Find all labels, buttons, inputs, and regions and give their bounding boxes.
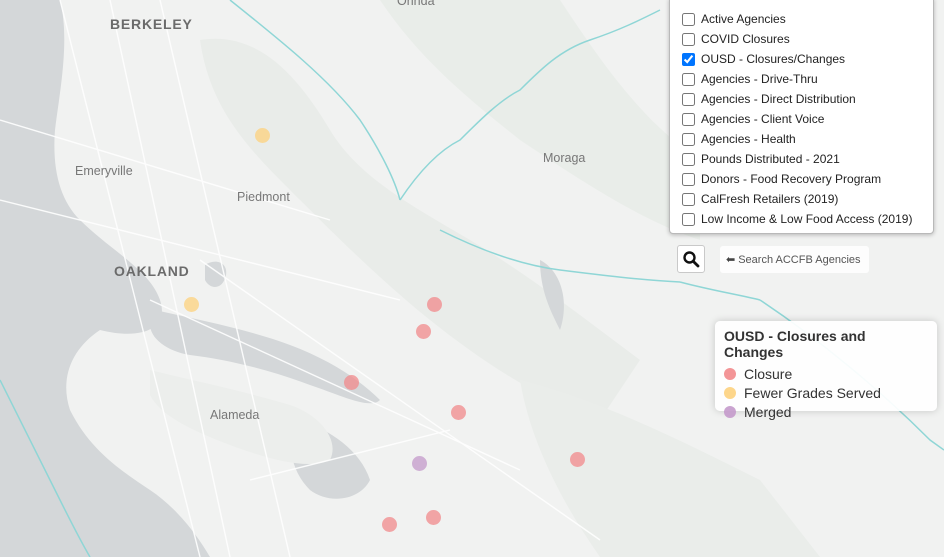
place-label: OAKLAND xyxy=(114,263,190,279)
search-button[interactable] xyxy=(677,245,705,273)
layer-row[interactable]: Donors - Food Recovery Program xyxy=(670,169,933,189)
layer-label: Agencies - Direct Distribution xyxy=(701,92,856,106)
search-icon xyxy=(683,251,700,268)
place-label: Alameda xyxy=(210,408,260,422)
layer-label: OUSD - Closures/Changes xyxy=(701,52,846,66)
map-marker[interactable] xyxy=(184,297,199,312)
place-label: Moraga xyxy=(543,151,586,165)
layer-row[interactable]: COVID Closures xyxy=(670,29,933,49)
layer-label: Low Income & Low Food Access (2019) xyxy=(701,212,913,226)
map-marker[interactable] xyxy=(451,405,466,420)
layer-label: Agencies - Drive-Thru xyxy=(701,72,818,86)
legend-swatch xyxy=(724,367,736,380)
map-marker[interactable] xyxy=(416,324,431,339)
place-label: Orinda xyxy=(397,0,435,8)
layer-checkbox[interactable] xyxy=(682,152,695,166)
layer-checkbox[interactable] xyxy=(682,132,695,146)
legend-item: Merged xyxy=(724,402,928,421)
layer-row[interactable]: Agencies - Client Voice xyxy=(670,109,933,129)
legend-label: Fewer Grades Served xyxy=(744,384,881,401)
layer-checkbox[interactable] xyxy=(682,92,695,106)
layer-label: Agencies - Client Voice xyxy=(701,112,825,126)
layer-checkbox[interactable] xyxy=(682,212,695,226)
layer-checkbox[interactable] xyxy=(682,112,695,126)
layer-checkbox[interactable] xyxy=(682,192,695,206)
layer-row[interactable]: Pounds Distributed - 2021 xyxy=(670,149,933,169)
search-hint: ⬅ Search ACCFB Agencies xyxy=(720,246,869,273)
layer-row[interactable]: CalFresh Retailers (2019) xyxy=(670,189,933,209)
place-label: BERKELEY xyxy=(110,16,193,32)
layer-checkbox[interactable] xyxy=(682,52,695,66)
search-hint-text: Search ACCFB Agencies xyxy=(738,253,861,266)
place-label: Piedmont xyxy=(237,190,290,204)
layer-label: Donors - Food Recovery Program xyxy=(701,172,882,186)
place-label: Emeryville xyxy=(75,164,133,178)
map-marker[interactable] xyxy=(344,375,359,390)
legend-label: Merged xyxy=(744,403,792,420)
layer-row[interactable]: Agencies - Health xyxy=(670,129,933,149)
layer-checkbox[interactable] xyxy=(682,32,695,46)
layer-row[interactable]: Low Income & Low Food Access (2019) xyxy=(670,209,933,229)
layer-row[interactable]: Agencies - Drive-Thru xyxy=(670,69,933,89)
layer-row[interactable]: Agencies - Direct Distribution xyxy=(670,89,933,109)
legend-swatch xyxy=(724,386,736,399)
layer-label: Agencies - Health xyxy=(701,132,796,146)
legend-label: Closure xyxy=(744,365,793,382)
legend-item: Fewer Grades Served xyxy=(724,383,928,402)
layer-label: CalFresh Retailers (2019) xyxy=(701,192,839,206)
layer-label: COVID Closures xyxy=(701,32,790,46)
layer-checkbox[interactable] xyxy=(682,172,695,186)
map-marker[interactable] xyxy=(382,517,397,532)
legend-swatch xyxy=(724,405,736,418)
arrow-left-icon: ⬅ xyxy=(726,254,736,266)
map-marker[interactable] xyxy=(570,452,585,467)
layer-label: Active Agencies xyxy=(701,12,786,26)
layer-checkbox[interactable] xyxy=(682,12,695,26)
layer-row[interactable]: OUSD - Closures/Changes xyxy=(670,49,933,69)
layer-label: Pounds Distributed - 2021 xyxy=(701,152,840,166)
layer-checkbox[interactable] xyxy=(682,72,695,86)
map-marker[interactable] xyxy=(255,128,270,143)
layer-control-panel: Active Agencies COVID Closures OUSD - Cl… xyxy=(669,0,934,234)
layer-row[interactable]: Active Agencies xyxy=(670,9,933,29)
map-legend: OUSD - Closures and Changes Closure Fewe… xyxy=(715,321,937,420)
map-marker[interactable] xyxy=(427,297,442,312)
map-marker[interactable] xyxy=(412,456,427,471)
legend-item: Closure xyxy=(724,364,928,383)
map-marker[interactable] xyxy=(426,510,441,525)
legend-title: OUSD - Closures and Changes xyxy=(724,328,866,360)
